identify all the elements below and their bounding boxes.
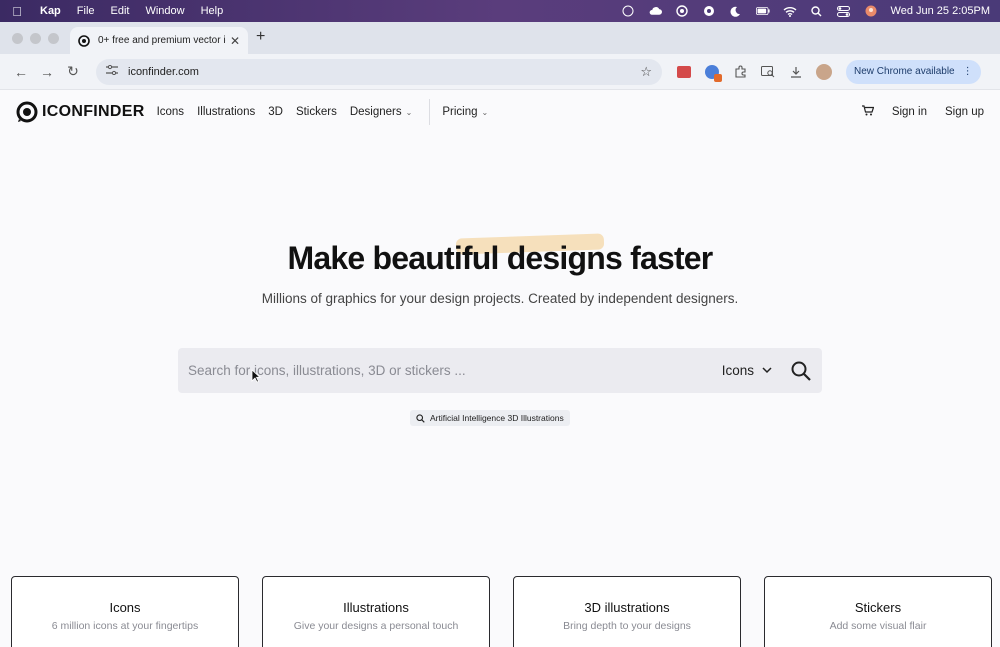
profile-avatar[interactable] [810,59,838,85]
hero-title: Make beautiful designs faster [287,233,714,277]
tab-strip: 0+ free and premium vector ic ✕ + [0,22,1000,54]
chrome-update-button[interactable]: New Chrome available ⋮ [846,59,981,84]
search-icon[interactable] [790,360,812,382]
menu-app-name[interactable]: Kap [40,5,61,17]
cart-icon[interactable] [861,105,875,119]
card-subtitle: Add some visual flair [829,619,927,632]
record-icon[interactable] [621,5,635,17]
category-cards: Icons 6 million icons at your fingertips… [11,576,992,647]
search-icon [416,413,425,423]
card-title: Stickers [854,599,902,615]
chevron-down-icon [762,367,772,374]
tab-search-icon[interactable] [754,59,782,85]
card-stickers[interactable]: Stickers Add some visual flair [764,576,992,647]
downloads-icon[interactable] [782,59,810,85]
nav-stickers[interactable]: Stickers [296,106,337,118]
extensions-puzzle-icon[interactable] [726,59,754,85]
card-3d-illustrations[interactable]: 3D illustrations Bring depth to your des… [513,576,741,647]
minimize-window-button[interactable] [30,33,41,44]
chevron-down-icon: ⌄ [405,107,413,117]
suggestion-label: Artificial Intelligence 3D Illustrations [430,413,564,423]
moon-icon[interactable] [729,5,743,17]
tab-iconfinder[interactable]: 0+ free and premium vector ic ✕ [70,27,248,54]
hero-title-text: Make beautiful designs faster [287,240,714,276]
new-tab-button[interactable]: + [256,28,265,46]
menu-clock[interactable]: Wed Jun 25 2:05PM [891,5,990,17]
user-avatar-icon[interactable] [864,5,878,17]
site-header: ICONFINDER Icons Illustrations 3D Sticke… [0,90,1000,134]
card-title: Illustrations [343,599,409,615]
card-subtitle: Bring depth to your designs [563,619,691,632]
hero-subtitle: Millions of graphics for your design pro… [261,291,739,306]
tab-title: 0+ free and premium vector ic [98,35,226,46]
extension-red-icon[interactable] [670,59,698,85]
card-subtitle: 6 million icons at your fingertips [51,619,199,632]
webpage: ICONFINDER Icons Illustrations 3D Sticke… [0,90,1000,647]
logo-text: ICONFINDER [42,103,145,120]
site-info-icon[interactable] [106,64,118,78]
menu-file[interactable]: File [77,5,95,17]
card-subtitle: Give your designs a personal touch [293,619,459,632]
iconfinder-logo-icon [16,101,38,123]
nav-designers-label: Designers [349,106,402,118]
chevron-down-icon: ⌄ [481,107,489,117]
menu-window[interactable]: Window [145,5,184,17]
gauge-icon[interactable] [702,5,716,17]
hero: Make beautiful designs faster Millions o… [0,233,1000,306]
search-bar: Icons [178,348,822,393]
card-illustrations[interactable]: Illustrations Give your designs a person… [262,576,490,647]
macos-menu-bar:  Kap File Edit Window Help [0,0,1000,22]
battery-icon[interactable] [755,5,770,17]
search-type-label: Icons [721,363,754,378]
sign-up-link[interactable]: Sign up [945,106,984,118]
forward-button[interactable]: → [34,59,60,85]
search-type-select[interactable]: Icons [722,363,772,378]
mouse-cursor-icon [251,369,261,383]
more-menu-icon[interactable]: ⋮ [963,66,973,77]
sign-in-link[interactable]: Sign in [892,106,927,118]
extension-blue-icon[interactable] [698,59,726,85]
nav-pricing-label: Pricing [442,106,478,118]
nav-divider [429,99,431,125]
iconfinder-favicon-icon [78,34,90,47]
chrome-update-label: New Chrome available [854,66,955,77]
menu-help[interactable]: Help [201,5,224,17]
spotlight-search-icon[interactable] [810,5,824,17]
nav-icons[interactable]: Icons [157,106,185,118]
browser-toolbar: ← → ↻ iconfinder.com ☆ New Chrome availa… [0,54,1000,90]
menu-edit[interactable]: Edit [111,5,130,17]
window-controls [12,33,59,44]
zoom-window-button[interactable] [48,33,59,44]
search-suggestion-chip[interactable]: Artificial Intelligence 3D Illustrations [410,410,570,426]
url-text: iconfinder.com [128,65,199,78]
close-tab-icon[interactable]: ✕ [230,34,240,48]
card-title: 3D illustrations [584,599,670,615]
card-title: Icons [109,599,141,615]
browser-window: 0+ free and premium vector ic ✕ + ← → ↻ … [0,22,1000,647]
bookmark-star-icon[interactable]: ☆ [640,64,652,80]
nav-illustrations[interactable]: Illustrations [197,106,255,118]
cloud-icon[interactable] [648,5,662,17]
nav-pricing[interactable]: Pricing ⌄ [442,106,488,118]
close-window-button[interactable] [12,33,23,44]
search-input[interactable] [188,363,722,378]
address-bar[interactable]: iconfinder.com ☆ [96,58,662,85]
sync-icon[interactable] [675,5,689,17]
card-icons[interactable]: Icons 6 million icons at your fingertips [11,576,239,647]
reload-button[interactable]: ↻ [60,59,86,85]
iconfinder-logo[interactable]: ICONFINDER [16,101,145,123]
control-center-icon[interactable] [837,5,851,17]
apple-icon[interactable]:  [10,4,24,19]
nav-designers[interactable]: Designers ⌄ [350,106,412,118]
wifi-icon[interactable] [783,5,797,17]
back-button[interactable]: ← [8,59,34,85]
nav-3d[interactable]: 3D [268,106,283,118]
